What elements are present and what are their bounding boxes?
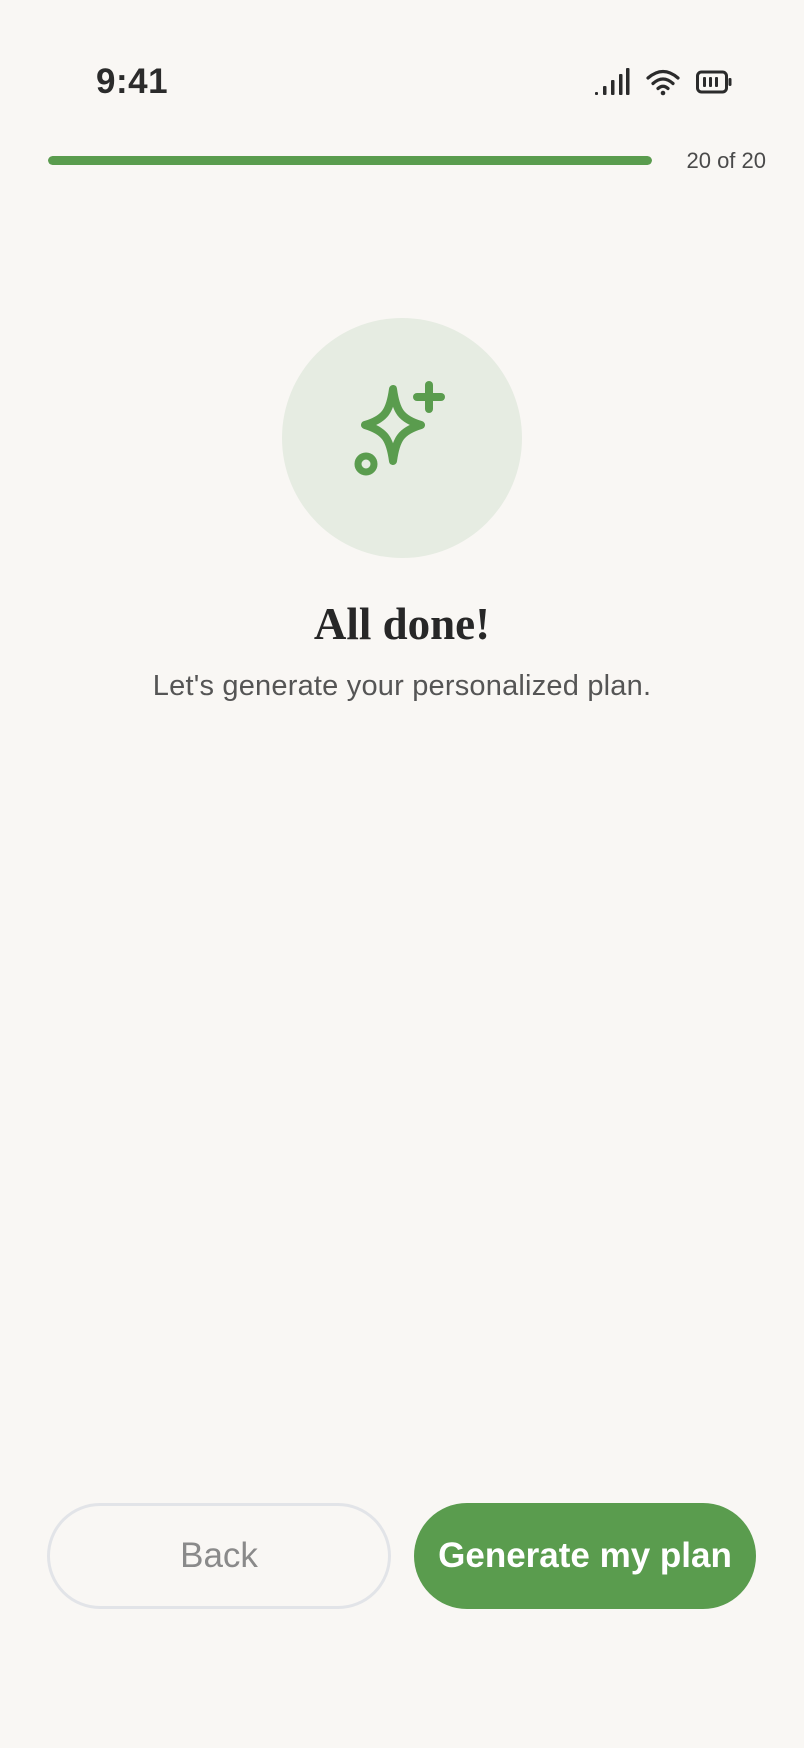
progress-indicator: 20 of 20 [48,148,766,174]
back-button-label: Back [180,1536,258,1575]
progress-label: 20 of 20 [686,148,766,173]
hero-icon-circle [282,318,522,558]
status-time: 9:41 [96,62,169,101]
page-subtitle: Let's generate your personalized plan. [152,670,652,702]
generate-plan-button[interactable]: Generate my plan [414,1503,756,1609]
generate-plan-button-label: Generate my plan [438,1536,732,1575]
progress-bar [48,156,652,165]
back-button[interactable]: Back [47,1503,391,1609]
status-bar: 9:41 [0,0,804,140]
battery-icon [696,69,732,95]
page-title: All done! [313,599,491,649]
progress-bar-fill [48,156,652,165]
status-icons [594,66,732,98]
sparkle-icon [347,380,457,496]
wifi-icon [646,68,680,96]
cellular-signal-icon [594,68,630,96]
